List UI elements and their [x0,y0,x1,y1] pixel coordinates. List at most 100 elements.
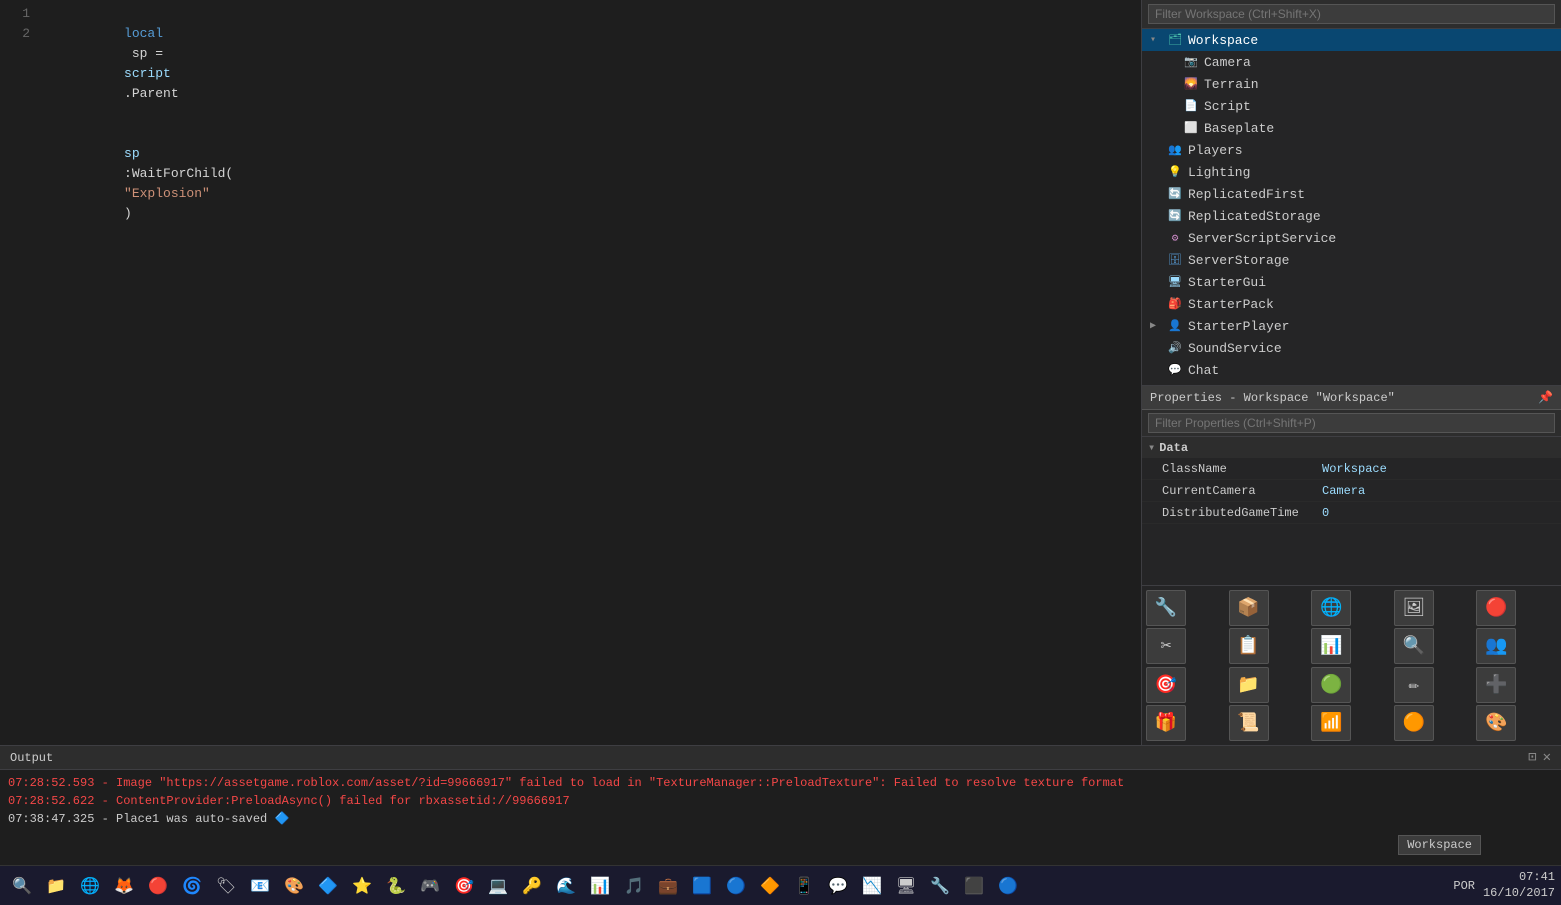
toolbox-icon-19[interactable]: 🎨 [1476,705,1516,741]
tree-item-soundservice[interactable]: 🔊 SoundService [1142,337,1561,359]
toolbox-icon-7[interactable]: 📊 [1311,628,1351,664]
code-content: 1 2 local sp = script .Parent sp :WaitFo… [0,0,1141,745]
prop-value-distributedgametime: 0 [1322,506,1553,520]
toolbox-icon-14[interactable]: ➕ [1476,667,1516,703]
taskbar-icon-6[interactable]: 🏷 [210,870,242,902]
output-title: Output [10,751,53,765]
toolbox-icon-13[interactable]: ✏ [1394,667,1434,703]
tree-label-players: Players [1188,143,1243,158]
properties-title: Properties - Workspace "Workspace" [1150,391,1395,405]
tree-icon-baseplate: ⬜ [1182,119,1200,137]
tree-item-serverscriptservice[interactable]: ⚙ ServerScriptService [1142,227,1561,249]
taskbar-icon-7[interactable]: 📧 [244,870,276,902]
toolbox-icon-1[interactable]: 📦 [1229,590,1269,626]
code-line-1: local sp = script .Parent [46,4,1141,124]
output-close-icon[interactable]: ✕ [1543,749,1551,766]
taskbar-icon-22[interactable]: 🔶 [754,870,786,902]
properties-filter-input[interactable] [1148,413,1555,433]
code-lines[interactable]: local sp = script .Parent sp :WaitForChi… [40,4,1141,741]
toolbox-icon-9[interactable]: 👥 [1476,628,1516,664]
taskbar-icon-28[interactable]: ⬛ [958,870,990,902]
properties-pin-icon[interactable]: 📌 [1538,390,1553,405]
output-maximize-icon[interactable]: ⊡ [1528,749,1536,766]
tree-item-script[interactable]: 📄 Script [1142,95,1561,117]
taskbar-icon-17[interactable]: 📊 [584,870,616,902]
prop-value-currentcamera: Camera [1322,484,1553,498]
tree-icon-chat: 💬 [1166,361,1184,379]
tree-item-replicatedstorage[interactable]: 🔄 ReplicatedStorage [1142,205,1561,227]
tree-label-chat: Chat [1188,363,1219,378]
taskbar-icon-2[interactable]: 🌐 [74,870,106,902]
toolbox-icon-15[interactable]: 🎁 [1146,705,1186,741]
taskbar-icon-23[interactable]: 📱 [788,870,820,902]
tree-item-players[interactable]: 👥 Players [1142,139,1561,161]
taskbar-icon-12[interactable]: 🎮 [414,870,446,902]
tree-icon-starterpack: 🎒 [1166,295,1184,313]
taskbar-icon-0[interactable]: 🔍 [6,870,38,902]
prop-section-label: Data [1159,441,1188,455]
taskbar-icon-24[interactable]: 💬 [822,870,854,902]
taskbar-icon-4[interactable]: 🔴 [142,870,174,902]
toolbox-icon-17[interactable]: 📶 [1311,705,1351,741]
taskbar-icon-27[interactable]: 🔧 [924,870,956,902]
taskbar-icon-10[interactable]: ⭐ [346,870,378,902]
toolbox-icon-16[interactable]: 📜 [1229,705,1269,741]
explorer-tree[interactable]: ▾ 🗂 Workspace 📷 Camera 🌄 Terrain 📄 Scrip… [1142,29,1561,385]
taskbar-icon-15[interactable]: 🔑 [516,870,548,902]
toolbox-icon-3[interactable]: 🖼 [1394,590,1434,626]
taskbar-icon-5[interactable]: 🌀 [176,870,208,902]
main-area: 1 2 local sp = script .Parent sp :WaitFo… [0,0,1561,745]
tree-item-baseplate[interactable]: ⬜ Baseplate [1142,117,1561,139]
taskbar-icon-26[interactable]: 🖥 [890,870,922,902]
code-string-explosion: "Explosion" [124,186,210,201]
explorer-panel: ▾ 🗂 Workspace 📷 Camera 🌄 Terrain 📄 Scrip… [1142,0,1561,385]
toolbox-icon-10[interactable]: 🎯 [1146,667,1186,703]
taskbar-icon-16[interactable]: 🌊 [550,870,582,902]
tree-item-camera[interactable]: 📷 Camera [1142,51,1561,73]
prop-name-currentcamera: CurrentCamera [1162,484,1322,498]
taskbar-icon-20[interactable]: 🟦 [686,870,718,902]
properties-filter-bar [1142,410,1561,437]
taskbar-icon-9[interactable]: 🔷 [312,870,344,902]
toolbox-icon-5[interactable]: ✂ [1146,628,1186,664]
taskbar-icon-11[interactable]: 🐍 [380,870,412,902]
output-panel: Output ⊡ ✕ 07:28:52.593 - Image "https:/… [0,745,1561,865]
tree-label-starterpack: StarterPack [1188,297,1274,312]
toolbox-icon-2[interactable]: 🌐 [1311,590,1351,626]
tree-item-workspace[interactable]: ▾ 🗂 Workspace [1142,29,1561,51]
taskbar-icons: 🔍📁🌐🦊🔴🌀🏷📧🎨🔷⭐🐍🎮🎯💻🔑🌊📊🎵💼🟦🔵🔶📱💬📉🖥🔧⬛🔵 [6,870,1024,902]
taskbar-icon-8[interactable]: 🎨 [278,870,310,902]
explorer-filter-input[interactable] [1148,4,1555,24]
toolbox-icon-8[interactable]: 🔍 [1394,628,1434,664]
tree-item-starterplayer[interactable]: ▶ 👤 StarterPlayer [1142,315,1561,337]
tree-item-replicatedfirst[interactable]: 🔄 ReplicatedFirst [1142,183,1561,205]
tree-label-lighting: Lighting [1188,165,1250,180]
tree-icon-script: 📄 [1182,97,1200,115]
taskbar-icon-14[interactable]: 💻 [482,870,514,902]
tree-item-terrain[interactable]: 🌄 Terrain [1142,73,1561,95]
taskbar-icon-18[interactable]: 🎵 [618,870,650,902]
toolbox-icon-11[interactable]: 📁 [1229,667,1269,703]
taskbar-right: POR 07:41 16/10/2017 [1453,870,1555,901]
tree-item-lighting[interactable]: 💡 Lighting [1142,161,1561,183]
toolbox-icon-12[interactable]: 🟢 [1311,667,1351,703]
taskbar-icon-19[interactable]: 💼 [652,870,684,902]
taskbar-icon-1[interactable]: 📁 [40,870,72,902]
taskbar-icon-25[interactable]: 📉 [856,870,888,902]
toolbox-icon-6[interactable]: 📋 [1229,628,1269,664]
tree-arrow-starterplayer: ▶ [1150,320,1166,332]
toolbox-icon-4[interactable]: 🔴 [1476,590,1516,626]
toolbox-icon-18[interactable]: 🟠 [1394,705,1434,741]
toolbox-icon-0[interactable]: 🔧 [1146,590,1186,626]
taskbar-icon-29[interactable]: 🔵 [992,870,1024,902]
taskbar-icon-13[interactable]: 🎯 [448,870,480,902]
tree-item-startergui[interactable]: 🖥 StarterGui [1142,271,1561,293]
prop-name-distributedgametime: DistributedGameTime [1162,506,1322,520]
tree-label-baseplate: Baseplate [1204,121,1274,136]
taskbar-icon-21[interactable]: 🔵 [720,870,752,902]
tree-item-serverstorage[interactable]: 🗄 ServerStorage [1142,249,1561,271]
tree-item-chat[interactable]: 💬 Chat [1142,359,1561,381]
tree-item-starterpack[interactable]: 🎒 StarterPack [1142,293,1561,315]
taskbar-icon-3[interactable]: 🦊 [108,870,140,902]
code-op-parent: .Parent [124,86,179,101]
